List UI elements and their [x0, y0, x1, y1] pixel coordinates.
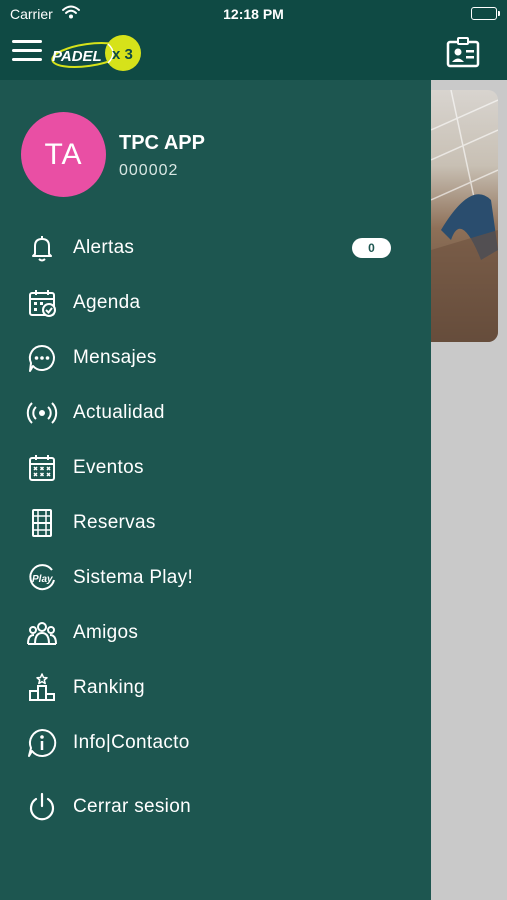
- menu-item-reservas[interactable]: Reservas: [0, 498, 431, 548]
- svg-text:x 3: x 3: [112, 46, 133, 63]
- menu-item-label: Actualidad: [73, 402, 165, 423]
- menu-item-label: Eventos: [73, 457, 144, 478]
- chat-bubble-icon: [28, 344, 55, 372]
- profile-id: 000002: [119, 162, 179, 179]
- power-icon: [29, 792, 55, 821]
- broadcast-icon: [26, 402, 58, 424]
- group-icon: [27, 622, 57, 645]
- menu-item-mensajes[interactable]: Mensajes: [0, 333, 431, 383]
- menu-item-label: Agenda: [73, 292, 141, 313]
- menu-item-label: Info|Contacto: [73, 732, 190, 753]
- profile-name: TPC APP: [119, 132, 205, 154]
- menu-item-info-contacto[interactable]: Info|Contacto: [0, 718, 431, 768]
- menu-item-alertas[interactable]: Alertas 0: [0, 223, 431, 273]
- court-icon: [32, 509, 52, 537]
- hamburger-menu-icon[interactable]: [12, 40, 42, 62]
- clock: 12:18 PM: [223, 6, 284, 22]
- id-card-icon[interactable]: [446, 36, 480, 68]
- calendar-check-icon: [29, 290, 56, 317]
- menu-item-sistema-play[interactable]: Play Sistema Play!: [0, 553, 431, 603]
- news-photo-card[interactable]: [431, 90, 498, 342]
- padel-logo: PADEL x 3: [51, 35, 141, 71]
- svg-text:PADEL: PADEL: [52, 48, 102, 65]
- menu-item-cerrar-sesion[interactable]: Cerrar sesion: [0, 782, 431, 832]
- menu-item-agenda[interactable]: Agenda: [0, 278, 431, 328]
- side-drawer: TA TPC APP 000002 Alertas 0 Agenda Mensa…: [0, 80, 431, 900]
- svg-text:Play: Play: [32, 574, 53, 585]
- menu-item-label: Amigos: [73, 622, 139, 643]
- menu-item-eventos[interactable]: Eventos: [0, 443, 431, 493]
- menu-item-label: Mensajes: [73, 347, 157, 368]
- menu-item-label: Ranking: [73, 677, 145, 698]
- menu-item-label: Reservas: [73, 512, 156, 533]
- info-icon: [28, 728, 57, 757]
- battery-icon: [471, 7, 500, 20]
- app-header: PADEL x 3: [0, 28, 507, 80]
- menu-item-ranking[interactable]: Ranking: [0, 663, 431, 713]
- bell-icon: [32, 236, 52, 262]
- avatar[interactable]: TA: [21, 112, 106, 197]
- menu-item-label: Cerrar sesion: [73, 796, 191, 817]
- menu-item-actualidad[interactable]: Actualidad: [0, 388, 431, 438]
- background-content[interactable]: [431, 80, 507, 900]
- play-badge-icon: Play: [29, 564, 55, 591]
- status-bar: Carrier 12:18 PM: [0, 0, 507, 28]
- menu-item-label: Sistema Play!: [73, 567, 194, 588]
- menu-item-label: Alertas: [73, 237, 135, 258]
- calendar-grid-icon: [29, 455, 55, 481]
- menu-item-amigos[interactable]: Amigos: [0, 608, 431, 658]
- podium-icon: [29, 673, 55, 701]
- alert-count-badge: 0: [352, 238, 391, 258]
